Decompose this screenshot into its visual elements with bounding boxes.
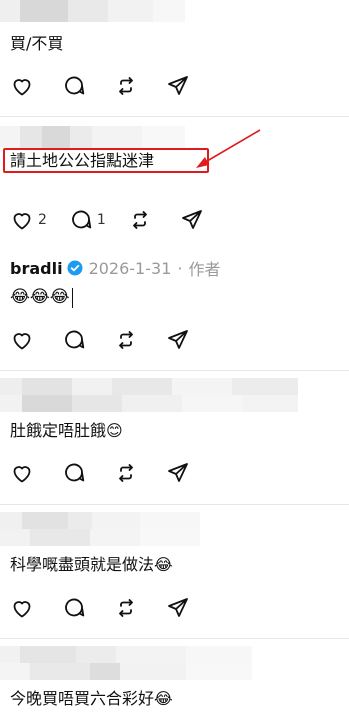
repost-button[interactable] (114, 461, 138, 485)
post-text: 科學嘅盡頭就是做法😂 (10, 555, 173, 574)
comment-button[interactable]: 1 (69, 208, 106, 232)
like-button[interactable] (10, 461, 34, 485)
post-actions (10, 461, 218, 485)
post-date: 2026-1-31 (88, 258, 172, 278)
like-button[interactable] (10, 328, 34, 352)
verified-icon (67, 260, 83, 276)
post-actions (10, 596, 218, 620)
heart-icon (13, 466, 31, 483)
share-icon (181, 210, 202, 229)
like-button[interactable] (10, 596, 34, 620)
post-actions (10, 74, 218, 98)
repost-icon (119, 77, 133, 95)
divider (0, 116, 349, 117)
repost-button[interactable] (114, 596, 138, 620)
like-button[interactable]: 2 (10, 208, 47, 232)
post-text: 請土地公公指點迷津 (10, 151, 155, 170)
repost-icon (119, 331, 133, 349)
comment-button[interactable] (62, 596, 86, 620)
heart-icon (13, 79, 31, 96)
repost-icon (119, 599, 133, 617)
post-actions (10, 328, 218, 352)
blurred-username (0, 378, 298, 412)
share-button[interactable] (166, 328, 190, 352)
share-button[interactable] (166, 461, 190, 485)
repost-button[interactable] (128, 208, 152, 232)
repost-icon (132, 211, 147, 229)
comment-button[interactable] (62, 328, 86, 352)
reply-count: 1 (96, 212, 106, 228)
repost-button[interactable] (114, 328, 138, 352)
comment-icon (65, 76, 85, 95)
post-text: 😂😂😂 (10, 287, 73, 308)
like-button[interactable] (10, 74, 34, 98)
comment-icon (65, 330, 85, 349)
repost-icon (119, 464, 133, 482)
blurred-username (0, 126, 185, 148)
post-text: 買/不買 (10, 34, 64, 53)
blurred-username (0, 512, 200, 546)
meta-separator: · (177, 258, 183, 278)
comment-button[interactable] (62, 461, 86, 485)
blurred-username (0, 646, 252, 680)
divider (0, 504, 349, 505)
like-count: 2 (38, 212, 47, 228)
author-name[interactable]: bradli (10, 259, 63, 278)
share-icon (168, 598, 188, 617)
comment-button[interactable] (62, 74, 86, 98)
share-button[interactable] (166, 74, 190, 98)
text-caret (71, 287, 73, 308)
post-text: 今晚買唔買六合彩好😂 (10, 689, 173, 708)
heart-icon (13, 601, 31, 618)
repost-button[interactable] (114, 74, 138, 98)
heart-icon (13, 213, 31, 230)
author-line: bradli 2026-1-31 · 作者 (10, 256, 220, 280)
divider (0, 370, 349, 371)
post-text: 肚餓定唔肚餓😊 (10, 421, 123, 440)
share-icon (168, 76, 188, 95)
share-icon (168, 330, 188, 349)
comment-icon (65, 598, 85, 617)
blurred-username (0, 0, 185, 22)
divider (0, 638, 349, 639)
post-actions: 2 1 (10, 208, 232, 232)
heart-icon (13, 333, 31, 350)
author-role: 作者 (188, 260, 221, 279)
share-button[interactable] (180, 208, 204, 232)
share-icon (168, 463, 188, 482)
comment-icon (72, 210, 92, 229)
share-button[interactable] (166, 596, 190, 620)
comment-icon (65, 463, 85, 482)
arrow-icon (196, 129, 261, 168)
